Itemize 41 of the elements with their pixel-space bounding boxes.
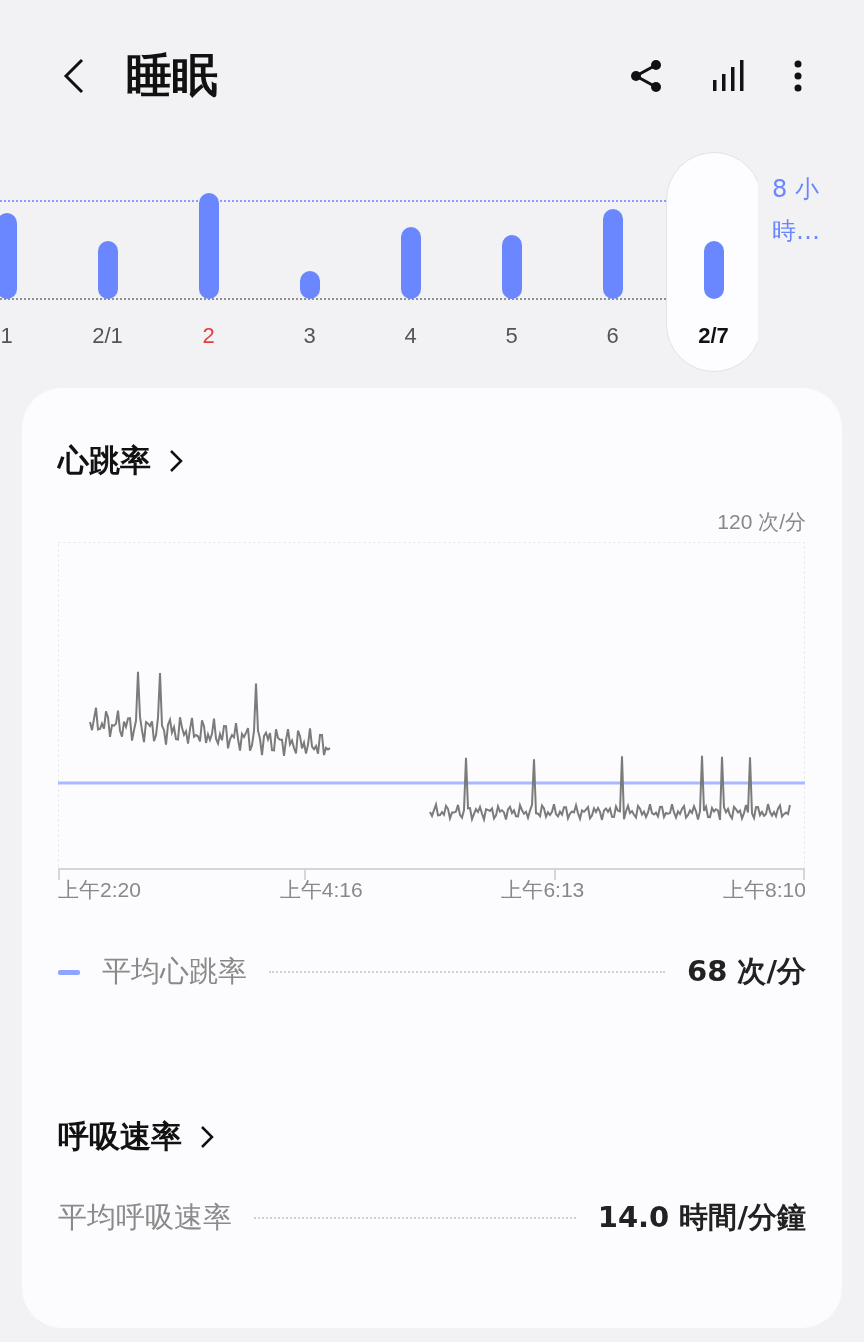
average-value: 68 次/分: [686, 953, 806, 990]
section-link[interactable]: 呼吸速率: [58, 1116, 214, 1158]
more-icon[interactable]: [792, 58, 804, 94]
section-link[interactable]: 心跳率: [58, 440, 183, 482]
page-title: 睡眠: [126, 47, 218, 104]
goal-label: 8 小時…: [772, 174, 821, 247]
bar-chart-icon[interactable]: [710, 58, 746, 94]
day-label: 2: [202, 323, 215, 349]
back-icon[interactable]: [62, 58, 86, 94]
day-label: 4: [404, 323, 417, 349]
sleep-bar: [97, 241, 118, 299]
axis-label: 120 次/分: [717, 509, 806, 535]
axis-label: 上午4:16: [279, 877, 363, 903]
day-label: 1: [0, 323, 13, 349]
chevron-icon: [169, 449, 183, 473]
day-label: 6: [606, 323, 619, 349]
day-column[interactable]: 2/7: [665, 152, 758, 372]
sleep-bar: [501, 235, 522, 299]
sleep-bar: [703, 241, 724, 299]
stat-label: 平均呼吸速率: [58, 1199, 232, 1236]
axis-label: 上午8:10: [723, 877, 806, 903]
axis-label: 上午6:13: [501, 877, 585, 903]
sleep-bar: [400, 227, 421, 299]
axis-label: 上午2:20: [58, 877, 141, 903]
chevron-icon: [200, 1125, 214, 1149]
day-column[interactable]: 4: [362, 152, 459, 372]
day-column[interactable]: 2: [160, 152, 257, 372]
average-value: 14.0 時間/分鐘: [597, 1199, 806, 1236]
day-column[interactable]: 5: [463, 152, 560, 372]
day-column[interactable]: 1: [0, 152, 55, 372]
sleep-bar: [299, 271, 320, 299]
day-column[interactable]: 2/1: [59, 152, 156, 372]
legend-label: 平均心跳率: [102, 953, 247, 990]
day-label: 2/7: [698, 323, 729, 349]
day-column[interactable]: 3: [261, 152, 358, 372]
share-icon[interactable]: [628, 58, 664, 94]
legend-swatch: [58, 969, 80, 975]
day-label: 3: [303, 323, 316, 349]
day-column[interactable]: 6: [564, 152, 661, 372]
day-label: 5: [505, 323, 518, 349]
day-label: 2/1: [92, 323, 123, 349]
